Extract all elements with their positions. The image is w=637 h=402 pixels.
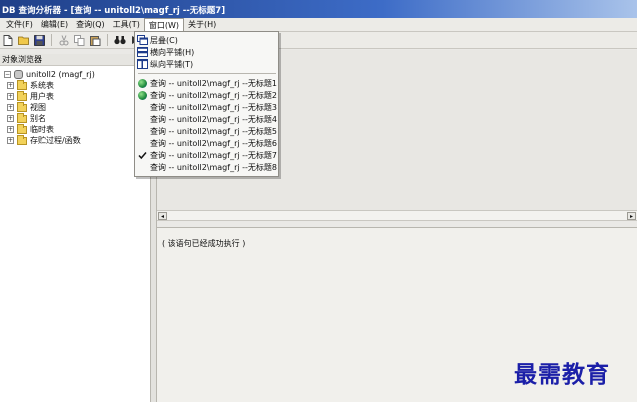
object-explorer-title: 对象浏览器 bbox=[0, 54, 150, 66]
expand-icon[interactable]: + bbox=[7, 115, 14, 122]
tree-node[interactable]: + 用户表 bbox=[7, 90, 54, 102]
globe-icon bbox=[136, 90, 148, 101]
tree-node[interactable]: + 视图 bbox=[7, 101, 46, 113]
menu-about[interactable]: 关于(H) bbox=[184, 18, 220, 31]
tile-horizontal-icon bbox=[136, 47, 148, 58]
menu-item-window-2[interactable]: 查询 -- unitoll2\magf_rj --无标题2 bbox=[136, 89, 277, 101]
tree-node-label: 存贮过程/函数 bbox=[30, 136, 81, 145]
result-message: ( 该语句已经成功执行 ) bbox=[162, 239, 246, 248]
cascade-icon bbox=[136, 35, 148, 46]
toolbar bbox=[0, 32, 637, 49]
scroll-left-icon[interactable]: ◂ bbox=[158, 212, 167, 220]
tree-node-label: 别名 bbox=[30, 114, 46, 123]
window-title: DB 查询分析器 - [查询 -- unitoll2\magf_rj --无标题… bbox=[2, 6, 226, 16]
cut-icon[interactable] bbox=[57, 34, 70, 47]
tree-node[interactable]: + 存贮过程/函数 bbox=[7, 134, 81, 146]
copy-icon[interactable] bbox=[73, 34, 86, 47]
folder-icon bbox=[17, 90, 27, 101]
horizontal-scrollbar[interactable]: ◂ ▸ bbox=[157, 210, 637, 221]
menu-bar: 文件(F) 编辑(E) 查询(Q) 工具(T) 窗口(W) 关于(H) bbox=[0, 18, 637, 32]
folder-icon bbox=[17, 112, 27, 123]
scroll-right-icon[interactable]: ▸ bbox=[627, 212, 636, 220]
expand-icon[interactable]: + bbox=[7, 82, 14, 89]
menu-item-window-8[interactable]: 查询 -- unitoll2\magf_rj --无标题8 bbox=[136, 161, 277, 173]
menu-edit[interactable]: 编辑(E) bbox=[37, 18, 72, 31]
server-icon bbox=[14, 70, 23, 79]
find-binoculars-icon[interactable] bbox=[113, 34, 126, 47]
menu-item-window-3[interactable]: 查询 -- unitoll2\magf_rj --无标题3 bbox=[136, 101, 277, 113]
collapse-icon[interactable]: − bbox=[4, 71, 11, 78]
menu-item-window-4[interactable]: 查询 -- unitoll2\magf_rj --无标题4 bbox=[136, 113, 277, 125]
folder-icon bbox=[17, 101, 27, 112]
menu-item-tile-vertical[interactable]: 纵向平铺(T) bbox=[136, 58, 277, 70]
window-menu-dropdown: 层叠(C) 横向平铺(H) 纵向平铺(T) 查询 -- unitoll2\mag… bbox=[134, 31, 279, 177]
checkmark-icon bbox=[136, 150, 148, 161]
expand-icon[interactable]: + bbox=[7, 93, 14, 100]
menu-file[interactable]: 文件(F) bbox=[2, 18, 37, 31]
window-title-bar[interactable]: DB 查询分析器 - [查询 -- unitoll2\magf_rj --无标题… bbox=[0, 0, 637, 18]
folder-icon bbox=[17, 134, 27, 145]
toolbar-separator bbox=[107, 34, 108, 46]
expand-icon[interactable]: + bbox=[7, 126, 14, 133]
new-file-icon[interactable] bbox=[1, 34, 14, 47]
folder-icon bbox=[17, 123, 27, 134]
menu-item-tile-horizontal[interactable]: 横向平铺(H) bbox=[136, 46, 277, 58]
expand-icon[interactable]: + bbox=[7, 137, 14, 144]
menu-query[interactable]: 查询(Q) bbox=[72, 18, 109, 31]
tree-root[interactable]: − unitoll2 (magf_rj) bbox=[4, 69, 95, 80]
tree-node-label: 用户表 bbox=[30, 92, 54, 101]
menu-separator bbox=[138, 73, 276, 74]
menu-item-window-5[interactable]: 查询 -- unitoll2\magf_rj --无标题5 bbox=[136, 125, 277, 137]
toolbar-separator bbox=[51, 34, 52, 46]
tree-node[interactable]: + 系统表 bbox=[7, 79, 54, 91]
expand-icon[interactable]: + bbox=[7, 104, 14, 111]
menu-item-window-7[interactable]: 查询 -- unitoll2\magf_rj --无标题7 bbox=[136, 149, 277, 161]
menu-item-window-1[interactable]: 查询 -- unitoll2\magf_rj --无标题1 bbox=[136, 77, 277, 89]
tree-node[interactable]: + 临时表 bbox=[7, 123, 54, 135]
save-icon[interactable] bbox=[33, 34, 46, 47]
object-explorer: − unitoll2 (magf_rj) + 系统表 + 用户表 + 视图 + … bbox=[0, 66, 151, 402]
tree-root-label: unitoll2 (magf_rj) bbox=[26, 70, 95, 79]
menu-tools[interactable]: 工具(T) bbox=[109, 18, 144, 31]
globe-icon bbox=[136, 78, 148, 89]
watermark-logo: 最需教育 bbox=[514, 361, 610, 388]
folder-icon bbox=[17, 79, 27, 90]
menu-item-cascade[interactable]: 层叠(C) bbox=[136, 34, 277, 46]
tree-node-label: 视图 bbox=[30, 103, 46, 112]
open-folder-icon[interactable] bbox=[17, 34, 30, 47]
tree-node[interactable]: + 别名 bbox=[7, 112, 46, 124]
paste-icon[interactable] bbox=[89, 34, 102, 47]
tile-vertical-icon bbox=[136, 59, 148, 70]
tree-node-label: 临时表 bbox=[30, 125, 54, 134]
menu-window[interactable]: 窗口(W) bbox=[143, 18, 184, 31]
tree-node-label: 系统表 bbox=[30, 81, 54, 90]
menu-item-window-6[interactable]: 查询 -- unitoll2\magf_rj --无标题6 bbox=[136, 137, 277, 149]
